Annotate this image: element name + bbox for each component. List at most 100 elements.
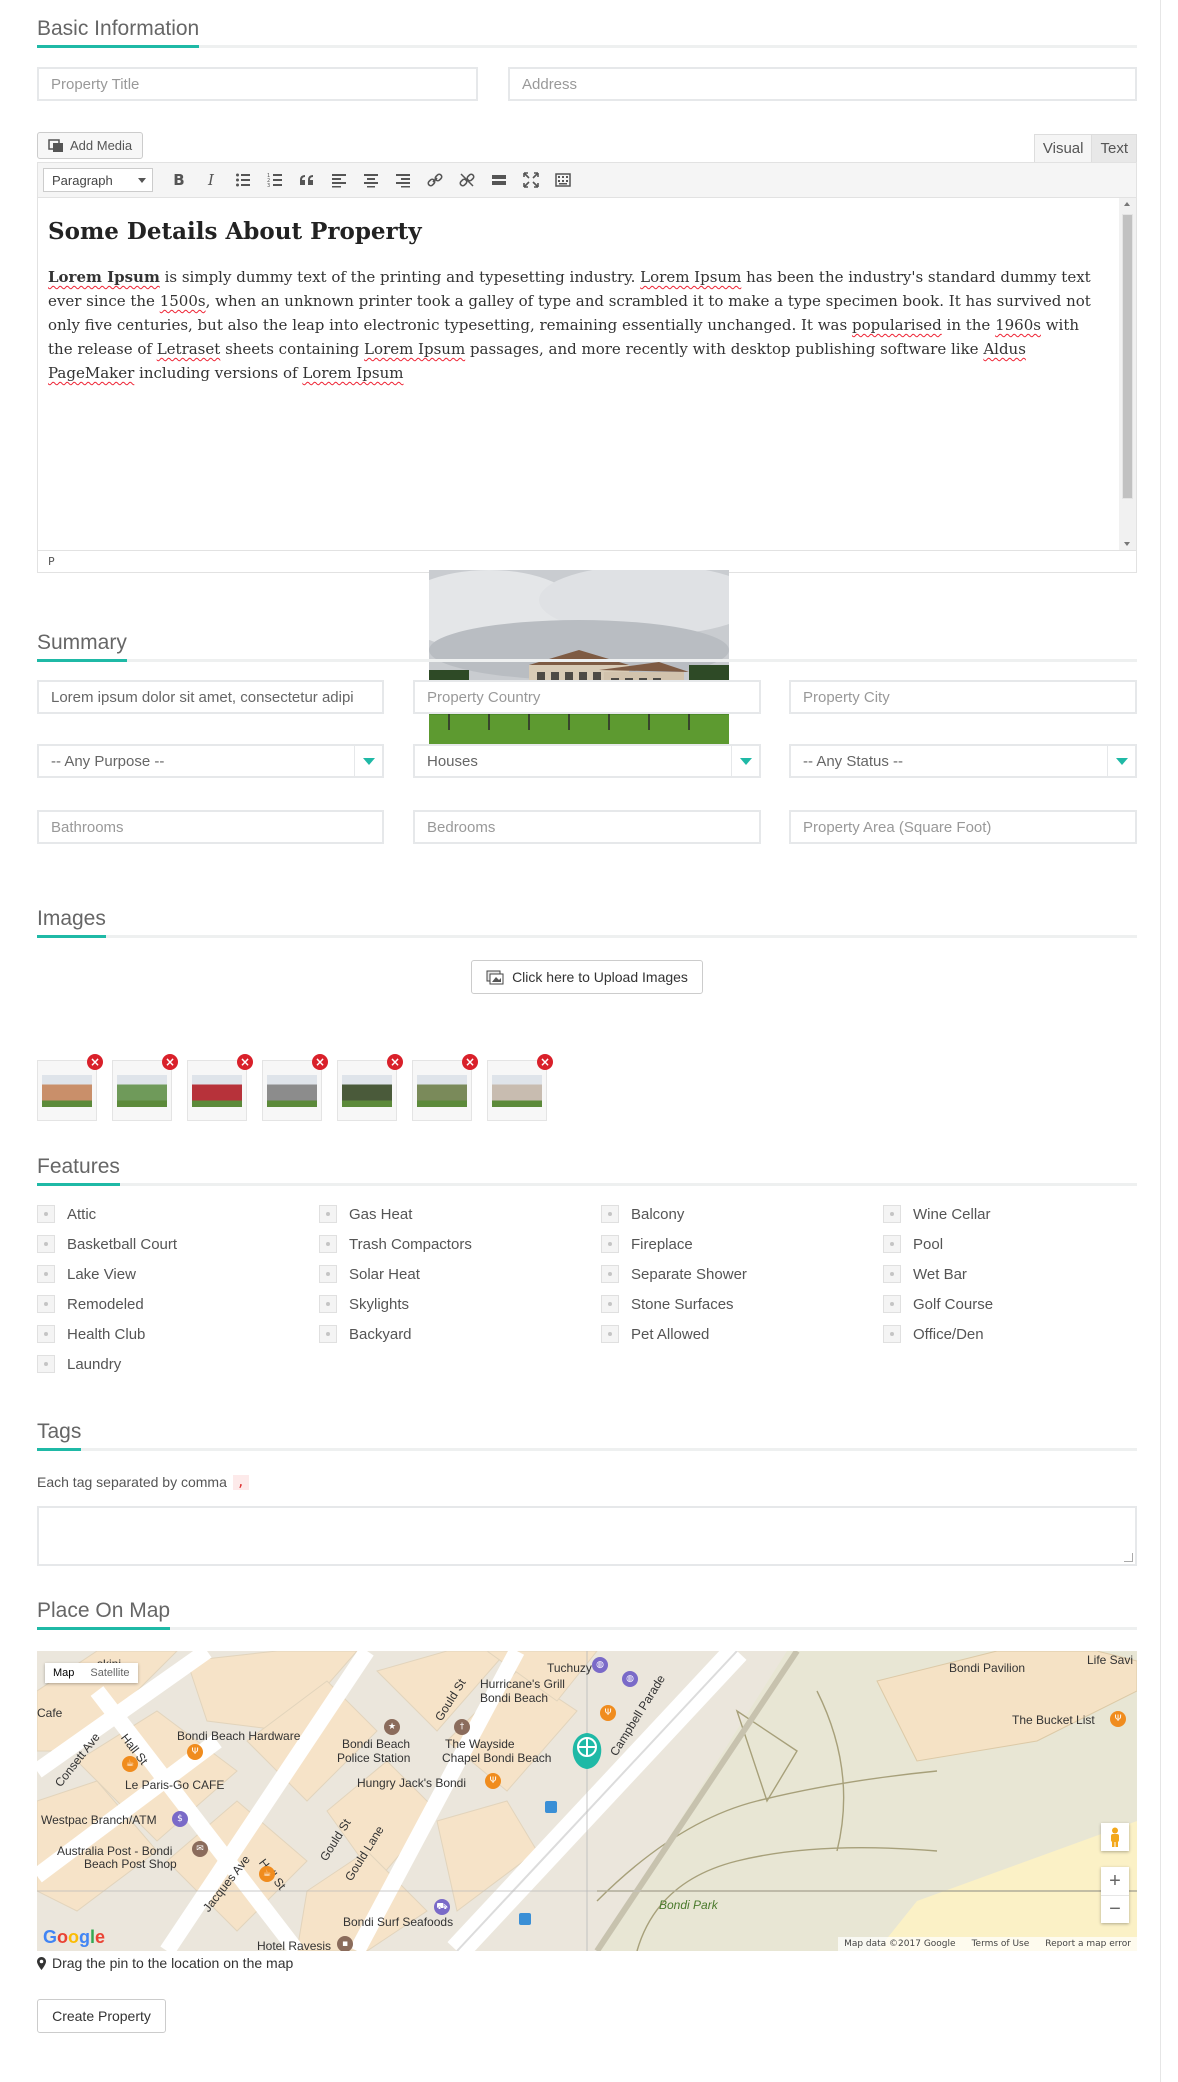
report-error-link[interactable]: Report a map error [1045,1939,1131,1949]
image-thumbnail[interactable]: × [337,1054,403,1121]
checkbox-icon[interactable] [37,1325,55,1343]
purpose-select[interactable]: -- Any Purpose -- [37,744,384,778]
restaurant-icon[interactable]: Ψ [187,1744,203,1760]
status-select[interactable]: -- Any Status -- [789,744,1137,778]
summary-input[interactable]: Lorem ipsum dolor sit amet, consectetur … [37,680,384,714]
type-select[interactable]: Houses [413,744,761,778]
checkbox-icon[interactable] [883,1235,901,1253]
property-city-input[interactable]: Property City [789,680,1137,714]
remove-image-icon[interactable]: × [87,1054,103,1070]
scroll-down-icon[interactable] [1124,542,1130,546]
checkbox-icon[interactable] [319,1265,337,1283]
feature-checkbox[interactable]: Solar Heat [319,1265,420,1283]
checkbox-icon[interactable] [883,1205,901,1223]
feature-checkbox[interactable]: Wet Bar [883,1265,967,1283]
checkbox-icon[interactable] [601,1205,619,1223]
create-property-button[interactable]: Create Property [37,1999,166,2033]
remove-image-icon[interactable]: × [162,1054,178,1070]
checkbox-icon[interactable] [319,1295,337,1313]
zoom-in-button[interactable]: + [1101,1867,1129,1895]
feature-checkbox[interactable]: Balcony [601,1205,684,1223]
street-view-pegman-icon[interactable] [1101,1823,1129,1851]
checkbox-icon[interactable] [601,1295,619,1313]
add-media-button[interactable]: Add Media [37,132,144,159]
map-type-map[interactable]: Map [45,1663,82,1683]
read-more-button[interactable] [483,165,515,195]
feature-checkbox[interactable]: Remodeled [37,1295,144,1313]
numbered-list-button[interactable]: 123 [259,165,291,195]
checkbox-icon[interactable] [601,1325,619,1343]
cafe-icon[interactable]: ☕ [259,1866,275,1882]
post-office-icon[interactable]: ✉ [192,1841,208,1857]
hotel-icon[interactable]: ▪ [337,1936,353,1951]
image-thumbnail[interactable]: × [412,1054,478,1121]
image-thumbnail[interactable]: × [262,1054,328,1121]
property-title-input[interactable]: Property Title [37,67,478,101]
align-center-button[interactable] [355,165,387,195]
remove-image-icon[interactable]: × [462,1054,478,1070]
feature-checkbox[interactable]: Pool [883,1235,943,1253]
scroll-thumb[interactable] [1122,214,1133,499]
checkbox-icon[interactable] [37,1205,55,1223]
page-scrollbar[interactable] [1160,0,1178,2082]
unlink-button[interactable] [451,165,483,195]
zoom-out-button[interactable]: − [1101,1895,1129,1923]
checkbox-icon[interactable] [883,1325,901,1343]
scroll-up-icon[interactable] [1124,202,1130,206]
checkbox-icon[interactable] [601,1265,619,1283]
remove-image-icon[interactable]: × [537,1054,553,1070]
remove-image-icon[interactable]: × [237,1054,253,1070]
feature-checkbox[interactable]: Separate Shower [601,1265,747,1283]
tab-text[interactable]: Text [1092,134,1137,162]
feature-checkbox[interactable]: Fireplace [601,1235,693,1253]
checkbox-icon[interactable] [319,1325,337,1343]
format-select[interactable]: Paragraph [43,168,153,192]
upload-images-button[interactable]: Click here to Upload Images [471,960,703,994]
remove-image-icon[interactable]: × [312,1054,328,1070]
bullet-list-button[interactable] [227,165,259,195]
terms-link[interactable]: Terms of Use [972,1939,1030,1949]
checkbox-icon[interactable] [37,1265,55,1283]
italic-button[interactable]: I [195,165,227,195]
feature-checkbox[interactable]: Office/Den [883,1325,984,1343]
restaurant-icon[interactable]: Ψ [600,1705,616,1721]
align-right-button[interactable] [387,165,419,195]
map-type-satellite[interactable]: Satellite [82,1663,137,1683]
church-icon[interactable]: † [454,1719,470,1735]
restaurant-icon[interactable]: Ψ [1110,1711,1126,1727]
link-button[interactable] [419,165,451,195]
feature-checkbox[interactable]: Skylights [319,1295,409,1313]
location-map[interactable]: Tuchuzy Hurricane's Grill Bondi Beach Ca… [37,1651,1137,1951]
editor-content[interactable]: Some Details About Property Lorem Ipsum … [37,198,1137,746]
police-icon[interactable]: ★ [384,1719,400,1735]
checkbox-icon[interactable] [37,1355,55,1373]
shopping-icon[interactable]: ◍ [592,1657,608,1673]
cafe-icon[interactable]: ☕ [122,1756,138,1772]
property-country-input[interactable]: Property Country [413,680,761,714]
grocery-icon[interactable]: ⛟ [434,1899,450,1915]
image-thumbnail[interactable]: × [112,1054,178,1121]
bedrooms-input[interactable]: Bedrooms [413,810,761,844]
fullscreen-button[interactable] [515,165,547,195]
shopping-icon[interactable]: ◍ [622,1671,638,1687]
tags-textarea[interactable] [37,1506,1137,1566]
checkbox-icon[interactable] [601,1235,619,1253]
checkbox-icon[interactable] [883,1295,901,1313]
image-thumbnail[interactable]: × [487,1054,553,1121]
editor-scrollbar[interactable] [1119,198,1136,550]
element-path[interactable]: P [48,555,55,568]
remove-image-icon[interactable]: × [387,1054,403,1070]
feature-checkbox[interactable]: Health Club [37,1325,145,1343]
feature-checkbox[interactable]: Stone Surfaces [601,1295,734,1313]
feature-checkbox[interactable]: Laundry [37,1355,121,1373]
feature-checkbox[interactable]: Trash Compactors [319,1235,472,1253]
feature-checkbox[interactable]: Backyard [319,1325,412,1343]
address-input[interactable]: Address [508,67,1137,101]
checkbox-icon[interactable] [883,1265,901,1283]
blockquote-button[interactable] [291,165,323,195]
property-area-input[interactable]: Property Area (Square Foot) [789,810,1137,844]
checkbox-icon[interactable] [319,1205,337,1223]
checkbox-icon[interactable] [319,1235,337,1253]
image-thumbnail[interactable]: × [187,1054,253,1121]
image-thumbnail[interactable]: × [37,1054,103,1121]
